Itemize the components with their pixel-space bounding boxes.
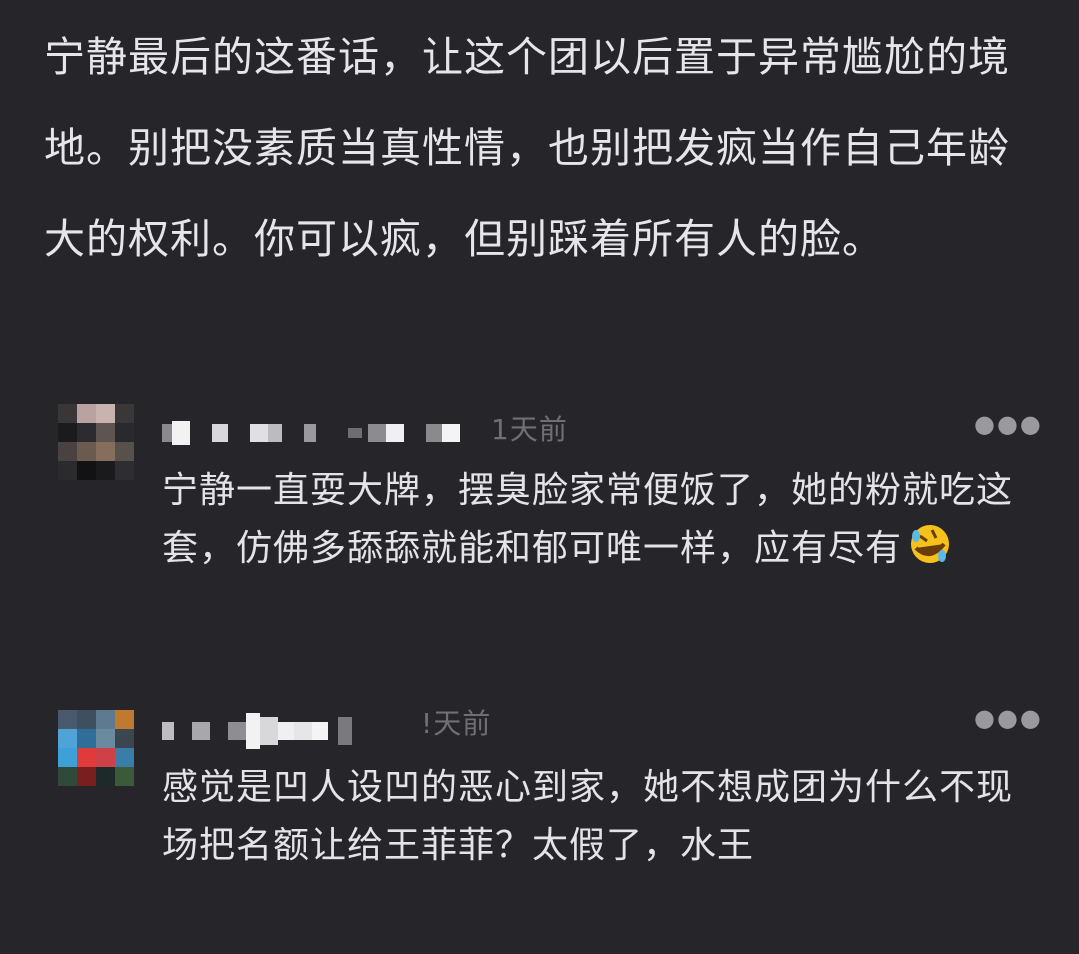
- comment-text: 感觉是凹人设凹的恶心到家，她不想成团为什么不现场把名额让给王菲菲？太假了，水王: [162, 767, 1014, 866]
- rolling-on-floor-laughing-emoji: [911, 525, 950, 563]
- comment-time: 1天前: [491, 413, 568, 446]
- avatar[interactable]: [58, 404, 134, 480]
- more-dots-icon[interactable]: ●●●: [974, 706, 1043, 730]
- avatar[interactable]: [58, 710, 134, 786]
- username-redacted[interactable]: [162, 416, 460, 450]
- more-dots-icon[interactable]: ●●●: [974, 412, 1043, 436]
- comment-text-content: 宁静一直耍大牌，摆臭脸家常便饭了，她的粉就吃这套，仿佛多舔舔就能和郁可唯一样，应…: [162, 470, 1014, 569]
- comment-time: !天前: [421, 707, 492, 740]
- username-redacted[interactable]: [162, 713, 352, 749]
- post-body: 宁静最后的这番话，让这个团以后置于异常尴尬的境地。别把没素质当真性情，也别把发疯…: [44, 33, 1010, 263]
- comment-text: 宁静一直耍大牌，摆臭脸家常便饭了，她的粉就吃这套，仿佛多舔舔就能和郁可唯一样，应…: [162, 462, 1022, 578]
